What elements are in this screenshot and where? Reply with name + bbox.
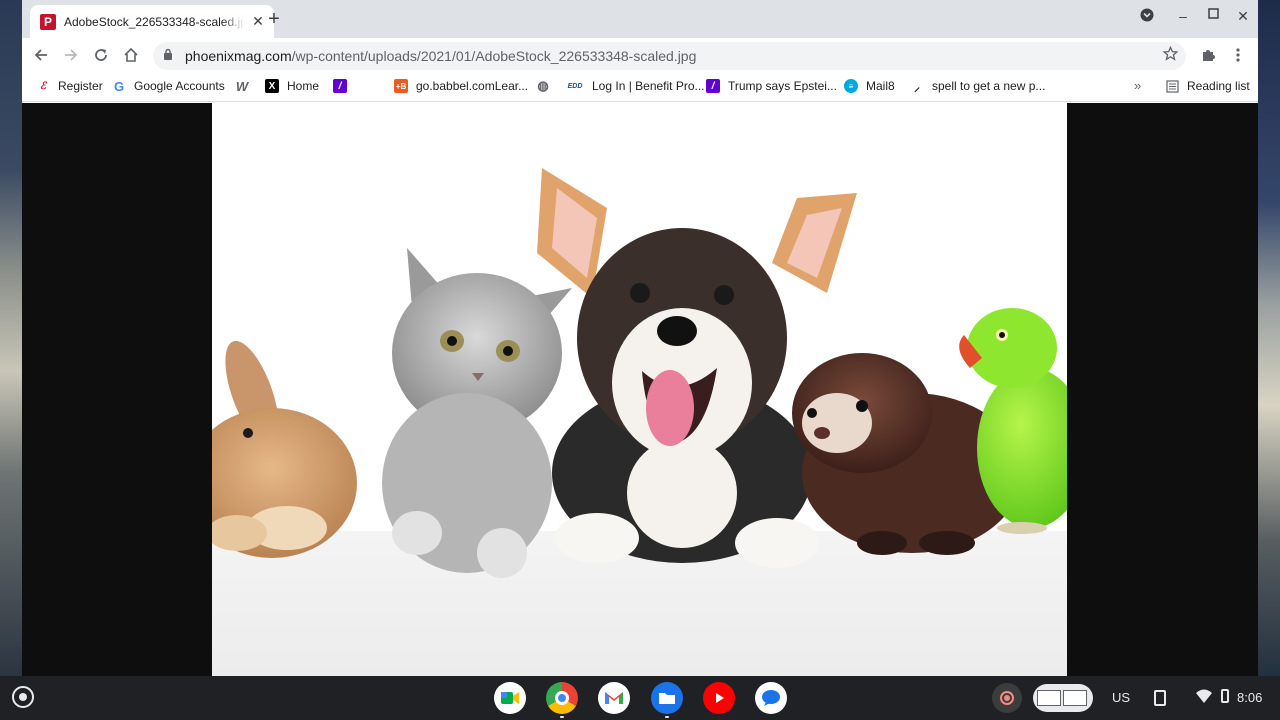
x-icon: X [265, 79, 279, 93]
close-window-button[interactable]: ✕ [1233, 8, 1253, 25]
ime-indicator[interactable]: US [1112, 690, 1130, 705]
browser-window: P AdobeStock_226533348-scaled.jpg ✕ + – … [22, 0, 1258, 676]
wand-icon: ⸝ [913, 79, 920, 94]
google-icon: G [113, 78, 125, 94]
bookmark-w[interactable]: W [235, 78, 257, 94]
puppy [537, 168, 857, 568]
bookmark-benefit[interactable]: EDD Log In | Benefit Pro... [566, 79, 705, 93]
bookmarks-bar: ℰ Register G Google Accounts W X Home / … [22, 71, 1258, 102]
extensions-puzzle-icon[interactable] [1197, 44, 1219, 66]
chrome-icon[interactable] [546, 682, 578, 714]
bookmark-label: spell to get a new p... [932, 79, 1046, 93]
tab-title: AdobeStock_226533348-scaled.jpg [64, 14, 244, 29]
yahoo-icon: / [333, 79, 347, 93]
reading-list-label: Reading list [1187, 79, 1250, 93]
bookmark-label: Register [58, 79, 103, 93]
home-icon[interactable] [120, 44, 142, 66]
register-icon: ℰ [39, 80, 47, 92]
bookmark-home[interactable]: X Home [265, 79, 319, 93]
messages-icon[interactable] [755, 682, 787, 714]
reading-list-button[interactable]: Reading list [1165, 79, 1250, 93]
bookmark-label: Google Accounts [134, 79, 225, 93]
clock-time[interactable]: 8:06 [1237, 690, 1262, 705]
bookmark-star-icon[interactable] [1162, 45, 1179, 66]
bookmark-label: Trump says Epstei... [728, 79, 837, 93]
youtube-icon[interactable] [703, 682, 735, 714]
rabbit [212, 340, 357, 558]
reload-icon[interactable] [90, 44, 112, 66]
toolbar: phoenixmag.com/wp-content/uploads/2021/0… [22, 38, 1258, 71]
menu-kebab-icon[interactable] [1227, 44, 1249, 66]
files-running-indicator [665, 716, 669, 718]
phoenix-favicon-icon: P [40, 13, 56, 30]
google-meet-icon[interactable] [494, 682, 526, 714]
phone-hub-icon[interactable] [1154, 690, 1166, 706]
gmail-icon[interactable] [598, 682, 630, 714]
pets-photo [212, 103, 1067, 676]
shelf: US 8:06 [0, 676, 1280, 720]
bookmark-label: Home [287, 79, 320, 93]
url-host: phoenixmag.com [185, 48, 292, 64]
bookmarks-overflow-chevron-icon[interactable]: » [1134, 78, 1141, 93]
kitten [382, 248, 572, 578]
back-arrow-icon[interactable] [30, 44, 52, 66]
edd-icon: EDD [567, 82, 583, 90]
bookmark-register[interactable]: ℰ Register [36, 79, 103, 93]
bookmark-babbel[interactable]: +B go.babbel.comLear... [394, 79, 528, 93]
globe-icon: ◍ [537, 78, 549, 93]
bookmark-trump[interactable]: / Trump says Epstei... [706, 79, 837, 93]
address-bar[interactable]: phoenixmag.com/wp-content/uploads/2021/0… [153, 42, 1186, 70]
minimize-button[interactable]: – [1173, 8, 1193, 24]
battery-icon[interactable] [1221, 689, 1229, 703]
screen-record-icon[interactable] [992, 683, 1022, 713]
reading-list-icon [1165, 79, 1179, 93]
bookmark-label: go.babbel.comLear... [416, 79, 529, 93]
url-text: phoenixmag.com/wp-content/uploads/2021/0… [185, 48, 696, 64]
desktop-wallpaper-left [0, 0, 22, 676]
bookmark-google-accounts[interactable]: G Google Accounts [112, 78, 225, 94]
tab-active[interactable]: P AdobeStock_226533348-scaled.jpg ✕ [30, 5, 274, 38]
bookmark-label: Log In | Benefit Pro... [592, 79, 705, 93]
maximize-button[interactable] [1203, 6, 1223, 22]
att-icon: ≡ [844, 79, 858, 93]
bookmark-mail8[interactable]: ≡ Mail8 [844, 79, 895, 93]
bookmark-yahoo[interactable]: / [333, 79, 355, 93]
w-icon: W [235, 78, 249, 94]
url-path: /wp-content/uploads/2021/01/AdobeStock_2… [291, 48, 697, 64]
new-tab-button[interactable]: + [264, 9, 284, 29]
yahoo-icon: / [706, 79, 720, 93]
lock-icon[interactable] [163, 47, 173, 65]
tote-holding-space-icon[interactable] [1033, 684, 1093, 712]
page-viewport [22, 103, 1258, 676]
wifi-icon[interactable] [1196, 689, 1212, 708]
tab-search-icon[interactable] [1137, 8, 1157, 25]
launcher-icon[interactable] [12, 686, 34, 708]
bookmark-globe[interactable]: ◍ [536, 78, 558, 93]
chrome-running-indicator [560, 716, 564, 718]
desktop-wallpaper-right [1258, 0, 1280, 676]
files-icon[interactable] [651, 682, 683, 714]
tab-strip: P AdobeStock_226533348-scaled.jpg ✕ + – … [22, 0, 1258, 38]
bookmark-spell[interactable]: ⸝ spell to get a new p... [910, 79, 1046, 94]
bookmark-label: Mail8 [866, 79, 895, 93]
forward-arrow-icon[interactable] [60, 44, 82, 66]
babbel-icon: +B [394, 79, 408, 93]
